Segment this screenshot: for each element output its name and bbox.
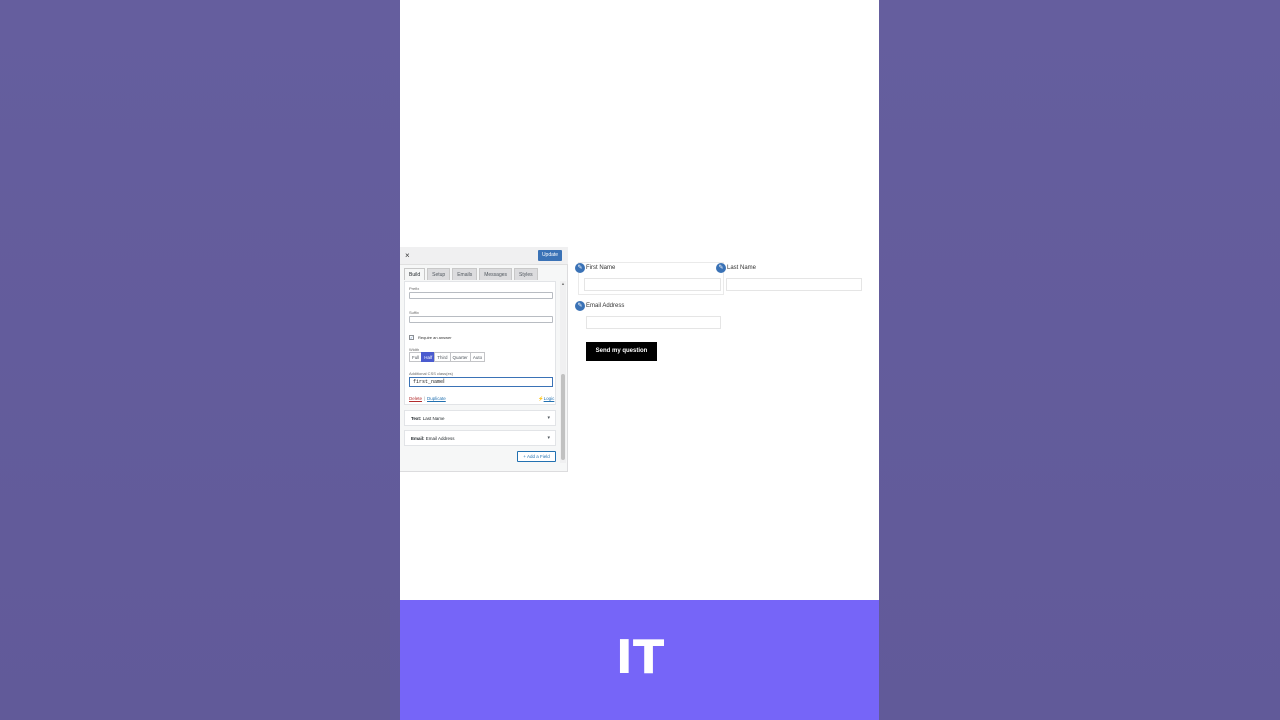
caption-text: IT <box>615 630 665 684</box>
edit-pencil-icon[interactable]: ✎ <box>716 263 726 273</box>
css-class-input[interactable]: first_name <box>409 377 553 387</box>
tab-messages[interactable]: Messages <box>479 268 513 280</box>
link-separator: | <box>424 396 426 401</box>
first-name-label: First Name <box>586 265 616 271</box>
background-right <box>879 0 1280 720</box>
first-name-input[interactable] <box>584 278 721 291</box>
field-settings-card: Prefix Suffix ✓ Require an answer Width … <box>404 281 556 405</box>
last-name-label: Last Name <box>727 265 757 271</box>
field-list: Prefix Suffix ✓ Require an answer Width … <box>404 281 556 468</box>
chevron-down-icon: ▾ <box>547 435 550 441</box>
background-left <box>0 0 400 720</box>
email-input[interactable] <box>586 316 721 329</box>
close-icon[interactable]: × <box>405 251 410 261</box>
add-field-button[interactable]: + Add a Field <box>517 451 556 462</box>
field-name: Email Address <box>425 436 455 441</box>
scroll-up-icon[interactable]: ▲ <box>561 281 565 286</box>
width-selector: Full Half Third Quarter Auto <box>409 352 486 362</box>
logic-label: Logic <box>543 396 555 401</box>
suffix-label: Suffix <box>409 310 419 315</box>
send-question-button[interactable]: Send my question <box>586 342 657 361</box>
form-builder-panel: × Update Build Setup Emails Messages Sty… <box>400 247 568 472</box>
update-button[interactable]: Update <box>538 250 562 261</box>
width-full-button[interactable]: Full <box>409 352 423 362</box>
panel-scrollbar[interactable]: ▲ <box>560 281 566 463</box>
last-name-input[interactable] <box>726 278 862 291</box>
tab-styles[interactable]: Styles <box>514 268 538 280</box>
delete-link[interactable]: Delete <box>409 396 422 401</box>
require-label: Require an answer <box>418 335 452 340</box>
width-quarter-button[interactable]: Quarter <box>449 352 471 362</box>
field-row-last-name[interactable]: Text: Last Name ▾ <box>404 410 556 426</box>
field-type: Email: <box>411 436 425 441</box>
width-third-button[interactable]: Third <box>434 352 451 362</box>
suffix-input[interactable] <box>409 316 553 323</box>
field-name: Last Name <box>422 416 445 421</box>
field-row-email-address[interactable]: Email: Email Address ▾ <box>404 430 556 446</box>
edit-pencil-icon[interactable]: ✎ <box>575 301 585 311</box>
require-checkbox[interactable]: ✓ <box>409 335 414 340</box>
tab-emails[interactable]: Emails <box>452 268 478 280</box>
tab-setup[interactable]: Setup <box>427 268 451 280</box>
logic-link[interactable]: ⚡Logic <box>538 396 554 402</box>
scroll-thumb[interactable] <box>561 374 565 460</box>
field-type: Text: <box>411 416 422 421</box>
prefix-label: Prefix <box>409 286 420 291</box>
width-half-button[interactable]: Half <box>421 352 436 362</box>
duplicate-link[interactable]: Duplicate <box>427 396 446 401</box>
prefix-input[interactable] <box>409 292 553 299</box>
builder-tabs: Build Setup Emails Messages Styles <box>404 268 538 280</box>
panel-header: × Update <box>400 247 568 265</box>
text-cursor-icon: I <box>443 379 445 385</box>
edit-pencil-icon[interactable]: ✎ <box>575 263 585 273</box>
css-class-label: Additional CSS class(es) <box>409 371 454 376</box>
email-label: Email Address <box>586 303 625 309</box>
tab-build[interactable]: Build <box>404 268 426 280</box>
chevron-down-icon: ▾ <box>547 415 550 421</box>
add-field-label: Add a Field <box>526 454 550 459</box>
width-auto-button[interactable]: Auto <box>469 352 486 362</box>
